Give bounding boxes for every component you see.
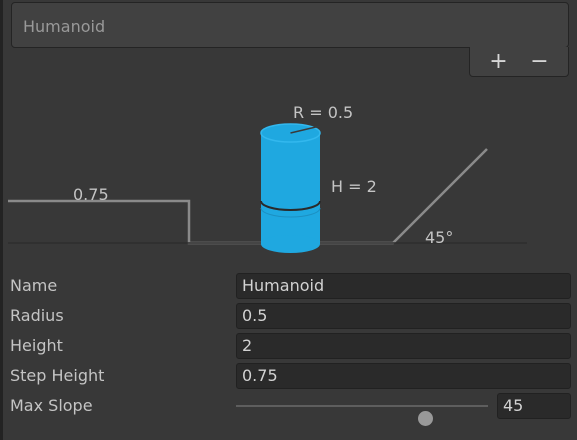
max-slope-slider-track[interactable] [236, 405, 488, 426]
height-row: Height 2 [0, 332, 577, 360]
step-height-row: Step Height 0.75 [0, 362, 577, 390]
height-field[interactable]: 2 [236, 333, 571, 359]
slope-label: 45° [425, 228, 453, 247]
radius-label-text: Radius [10, 306, 64, 325]
max-slope-label-text: Max Slope [10, 396, 93, 415]
radius-row: Radius 0.5 [0, 302, 577, 330]
step-height-field[interactable]: 0.75 [236, 363, 571, 389]
agent-diagram: R = 0.5 H = 2 0.75 45° [8, 103, 527, 253]
max-slope-field[interactable]: 45 [497, 393, 571, 419]
name-row: Name Humanoid [0, 272, 577, 300]
max-slope-slider-thumb[interactable] [418, 411, 433, 426]
radius-label: R = 0.5 [293, 103, 353, 122]
name-label: Name [10, 276, 58, 295]
radius-field[interactable]: 0.5 [236, 303, 571, 329]
height-label-text: Height [10, 336, 63, 355]
max-slope-row: Max Slope 45 [0, 392, 577, 426]
cylinder-body [261, 133, 320, 244]
name-field[interactable]: Humanoid [236, 273, 571, 299]
step-height-label: 0.75 [73, 185, 109, 204]
step-height-label-text: Step Height [10, 366, 105, 385]
cylinder-bottom [261, 235, 320, 253]
height-label: H = 2 [331, 177, 377, 196]
agent-cylinder [260, 123, 321, 253]
